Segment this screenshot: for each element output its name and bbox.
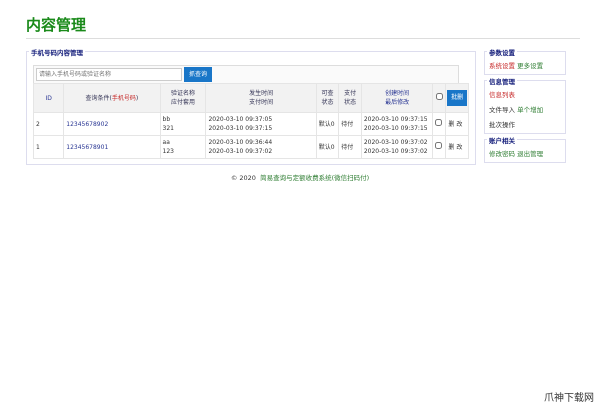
row-actions: 删 改 — [445, 135, 469, 159]
search-bar: 抓查询 — [33, 65, 459, 84]
search-button[interactable]: 抓查询 — [184, 67, 212, 82]
info-legend: 信息管理 — [487, 76, 517, 86]
watermark: 爪神下载网 — [544, 393, 594, 404]
row-id: 2 — [32, 112, 65, 136]
params-legend: 参数设置 — [487, 47, 517, 57]
table-row: 2 12345678902 bb 321 2020-03-10 09:37:05 2… — [32, 112, 469, 136]
panel-legend: 手机号码内容管理 — [29, 47, 85, 57]
row-created: 2020-03-10 09:37:02 2020-03-10 09:37:02 — [360, 135, 434, 159]
col-condition: 查询条件(手机号码) — [63, 83, 161, 113]
row-phone-link[interactable]: 12345678901 — [63, 135, 161, 159]
col-id: ID — [32, 83, 65, 113]
change-password-link[interactable]: 修改密码 — [489, 150, 515, 158]
content-panel: 手机号码内容管理 抓查询 ID 查询条件(手机号码) 验证名称应付套用 发生时间… — [26, 47, 476, 165]
col-created: 创建时间 最后修改 — [360, 83, 434, 113]
divider — [26, 38, 580, 39]
file-import-link[interactable]: 文件导入 — [489, 106, 515, 114]
info-list-link[interactable]: 信息列表 — [489, 89, 515, 99]
row-state: 默认0 — [315, 135, 340, 159]
row-checkbox[interactable] — [432, 112, 447, 136]
row-times: 2020-03-10 09:36:44 2020-03-10 09:37:02 — [205, 135, 317, 159]
account-panel: 账户相关 修改密码 退出管理 — [484, 135, 566, 163]
col-state: 可查 状态 — [315, 83, 340, 113]
account-legend: 账户相关 — [487, 135, 517, 145]
col-batch: 批删 — [445, 83, 469, 113]
more-settings-link[interactable]: 更多设置 — [517, 62, 543, 70]
row-name: aa 123 — [159, 135, 207, 159]
params-panel: 参数设置 系统设置 更多设置 — [484, 47, 566, 75]
row-id: 1 — [32, 135, 65, 159]
delete-link[interactable]: 删 — [448, 144, 454, 151]
row-name: bb 321 — [159, 112, 207, 136]
row-actions: 删 改 — [445, 112, 469, 136]
batch-ops-link[interactable]: 批次操作 — [489, 119, 515, 129]
row-state: 默认0 — [315, 112, 340, 136]
edit-link[interactable]: 改 — [456, 121, 462, 128]
info-panel: 信息管理 信息列表 文件导入 单个增加 批次操作 — [484, 76, 566, 134]
row-created: 2020-03-10 09:37:15 2020-03-10 09:37:15 — [360, 112, 434, 136]
delete-link[interactable]: 删 — [448, 121, 454, 128]
col-time: 发生时间 支付时间 — [205, 83, 317, 113]
row-paystate: 待付 — [338, 135, 362, 159]
footer: © 2020 简易查询与定额收费系统(微信扫码付) — [0, 172, 600, 182]
row-phone-link[interactable]: 12345678902 — [63, 112, 161, 136]
system-settings-link[interactable]: 系统设置 — [489, 62, 515, 70]
copyright: © 2020 — [230, 174, 256, 182]
col-paystate: 支付 状态 — [338, 83, 362, 113]
edit-link[interactable]: 改 — [456, 144, 462, 151]
row-paystate: 待付 — [338, 112, 362, 136]
logout-link[interactable]: 退出管理 — [517, 150, 543, 158]
records-table: ID 查询条件(手机号码) 验证名称 应付套用 发生时间 支付时间 可查 状态 支付状… — [32, 83, 469, 159]
col-name: 验证名称 应付套用 — [159, 83, 207, 113]
batch-delete-button[interactable]: 批删 — [447, 90, 467, 106]
search-input[interactable] — [36, 68, 182, 81]
row-checkbox[interactable] — [432, 135, 447, 159]
page-title: 内容管理 — [26, 16, 87, 34]
table-row: 1 12345678901 aa 123 2020-03-10 09:36:44 2… — [32, 135, 469, 159]
add-single-link[interactable]: 单个增加 — [517, 106, 543, 114]
select-all-checkbox[interactable] — [432, 83, 447, 113]
row-times: 2020-03-10 09:37:05 2020-03-10 09:37:15 — [205, 112, 317, 136]
footer-link[interactable]: 简易查询与定额收费系统(微信扫码付) — [260, 174, 369, 182]
